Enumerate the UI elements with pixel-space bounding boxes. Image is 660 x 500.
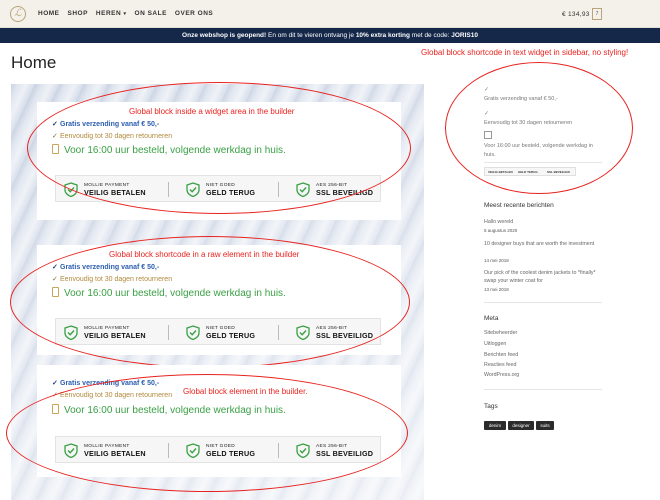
divider <box>484 389 602 390</box>
divider <box>484 302 602 303</box>
site-logo[interactable]: ℒ <box>10 6 26 22</box>
announcement-headline: Onze webshop is geopend! <box>182 32 267 39</box>
chevron-down-icon: ▾ <box>123 11 127 17</box>
post-date: 5 augustus 2020 <box>484 228 518 233</box>
post-link[interactable]: 10 designer buys that are worth the inve… <box>484 240 604 248</box>
announcement-text-2: met de code: <box>410 32 452 39</box>
highlight-ellipse <box>445 62 633 194</box>
announcement-discount: 10% extra korting <box>355 32 410 39</box>
check-icon: ✓ <box>52 380 58 387</box>
nav-item-heren-label: HEREN <box>95 10 122 17</box>
cart-icon[interactable]: 7 <box>592 8 602 20</box>
meta-link-sitebeheerder[interactable]: Sitebeheerder <box>484 330 517 336</box>
cart-total[interactable]: € 134,93 <box>562 11 590 18</box>
recent-posts-title: Meest recente berichten <box>484 202 554 209</box>
post-link[interactable]: Our pick of the coolest denim jackets to… <box>484 269 606 285</box>
tags-title: Tags <box>484 403 498 410</box>
tag-suits[interactable]: suits <box>536 421 554 430</box>
nav-item-home[interactable]: HOME <box>38 10 60 17</box>
nav-item-shop[interactable]: SHOP <box>68 10 88 17</box>
meta-link-uitloggen[interactable]: Uitloggen <box>484 341 506 347</box>
announcement-text: En om dit te vieren ontvang je <box>266 32 356 39</box>
announcement-code: JORIS10 <box>451 32 478 39</box>
meta-link-wordpress[interactable]: WordPress.org <box>484 372 519 378</box>
tag-denim[interactable]: denim <box>484 421 506 430</box>
meta-title: Meta <box>484 315 499 322</box>
announcement-bar: Onze webshop is geopend! En om dit te vi… <box>0 28 660 43</box>
nav-item-over-ons[interactable]: OVER ONS <box>175 10 213 17</box>
post-date: 13 mei 2018 <box>484 287 509 292</box>
cart-count: 7 <box>595 11 599 17</box>
post-link[interactable]: Hallo wereld <box>484 219 513 225</box>
post-date: 14 mei 2018 <box>484 258 509 263</box>
meta-link-reacties-feed[interactable]: Reacties feed <box>484 362 516 368</box>
annotation-sidebar: Global block shortcode in text widget in… <box>421 48 629 57</box>
highlight-ellipse <box>27 82 411 214</box>
meta-link-berichten-feed[interactable]: Berichten feed <box>484 352 518 358</box>
tag-designer[interactable]: designer <box>508 421 534 430</box>
highlight-ellipse <box>6 374 408 492</box>
top-navigation: ℒ HOME SHOP HEREN ▾ ON SALE OVER ONS € 1… <box>0 0 660 28</box>
highlight-ellipse <box>10 236 410 368</box>
main-menu: HOME SHOP HEREN ▾ ON SALE OVER ONS <box>38 10 213 17</box>
nav-item-on-sale[interactable]: ON SALE <box>135 10 167 17</box>
nav-item-heren[interactable]: HEREN ▾ <box>96 10 127 17</box>
page-title: Home <box>11 53 57 72</box>
